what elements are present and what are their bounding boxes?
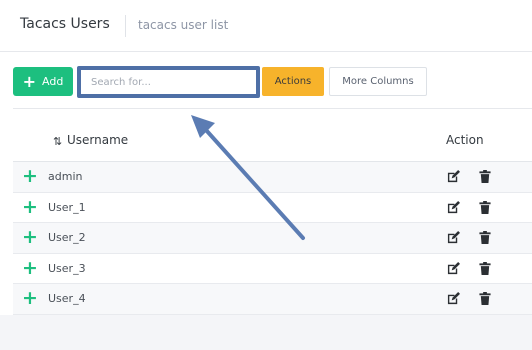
username-cell: User_2 [48, 231, 86, 244]
add-button-label: Add [42, 75, 64, 88]
table-row: + User_2 [13, 223, 532, 254]
table-header: ⇅ Username Action [13, 126, 532, 162]
sort-ascending-icon[interactable]: ⇅ [53, 135, 62, 148]
username-cell: User_3 [48, 261, 86, 275]
plus-icon[interactable]: + [22, 167, 38, 186]
trash-icon[interactable] [479, 231, 491, 244]
column-header-action: Action [446, 133, 484, 147]
trash-icon[interactable] [479, 261, 491, 275]
plus-icon[interactable]: + [22, 228, 38, 247]
trash-icon[interactable] [479, 170, 491, 183]
username-cell: User_1 [48, 200, 86, 214]
page-title: Tacacs Users [20, 16, 110, 32]
column-header-username[interactable]: Username [67, 133, 128, 147]
table-row: + User_4 [13, 284, 532, 315]
table-body: + admin + User_1 + User_2 + User_3 + Use… [13, 162, 532, 315]
more-columns-button[interactable]: More Columns [329, 67, 427, 96]
trash-icon[interactable] [479, 200, 491, 214]
plus-icon: + [22, 71, 37, 91]
actions-button[interactable]: Actions [262, 67, 324, 96]
plus-icon[interactable]: + [22, 289, 38, 308]
page-header: Tacacs Users tacacs user list [0, 0, 532, 52]
table-row: + admin [13, 162, 532, 193]
header-divider [125, 15, 126, 37]
username-cell: admin [48, 170, 83, 183]
trash-icon[interactable] [479, 292, 491, 305]
edit-icon[interactable] [447, 170, 460, 183]
page-subtitle: tacacs user list [138, 18, 229, 32]
search-box-highlight [77, 66, 260, 98]
username-cell: User_4 [48, 292, 86, 305]
table-row: + User_1 [13, 192, 532, 223]
add-button[interactable]: + Add [13, 67, 73, 96]
edit-icon[interactable] [447, 261, 460, 275]
edit-icon[interactable] [447, 200, 460, 214]
toolbar-divider [13, 108, 532, 109]
plus-icon[interactable]: + [22, 258, 38, 278]
edit-icon[interactable] [447, 292, 460, 305]
plus-icon[interactable]: + [22, 197, 38, 217]
edit-icon[interactable] [447, 231, 460, 244]
search-input[interactable] [81, 70, 256, 95]
table-row: + User_3 [13, 253, 532, 284]
